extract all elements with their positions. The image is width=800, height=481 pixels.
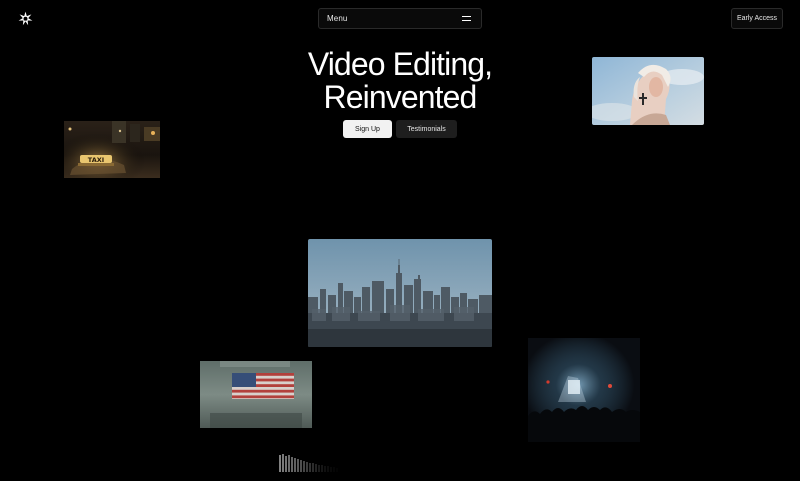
concert-crowd-clip[interactable] [528,338,640,442]
early-access-button[interactable]: Early Access [731,8,783,29]
waveform-icon [279,453,341,473]
hero-title-line-1: Video Editing, [307,46,493,82]
menu-label: Menu [327,14,348,23]
testimonials-button[interactable]: Testimonials [396,120,457,138]
hero-title: Video Editing, Reinvented [250,48,550,114]
logo-icon[interactable] [18,11,33,26]
sign-up-button[interactable]: Sign Up [343,120,392,138]
city-skyline-clip[interactable] [308,239,492,347]
hamburger-icon [462,16,471,21]
taxi-night-clip[interactable]: TAXI [64,121,160,178]
hero-title-line-2: Reinvented [323,79,478,115]
american-flag-clip[interactable] [200,361,312,428]
portrait-sky-clip[interactable] [592,57,704,125]
menu-button[interactable]: Menu [318,8,482,29]
svg-text:TAXI: TAXI [88,156,104,164]
